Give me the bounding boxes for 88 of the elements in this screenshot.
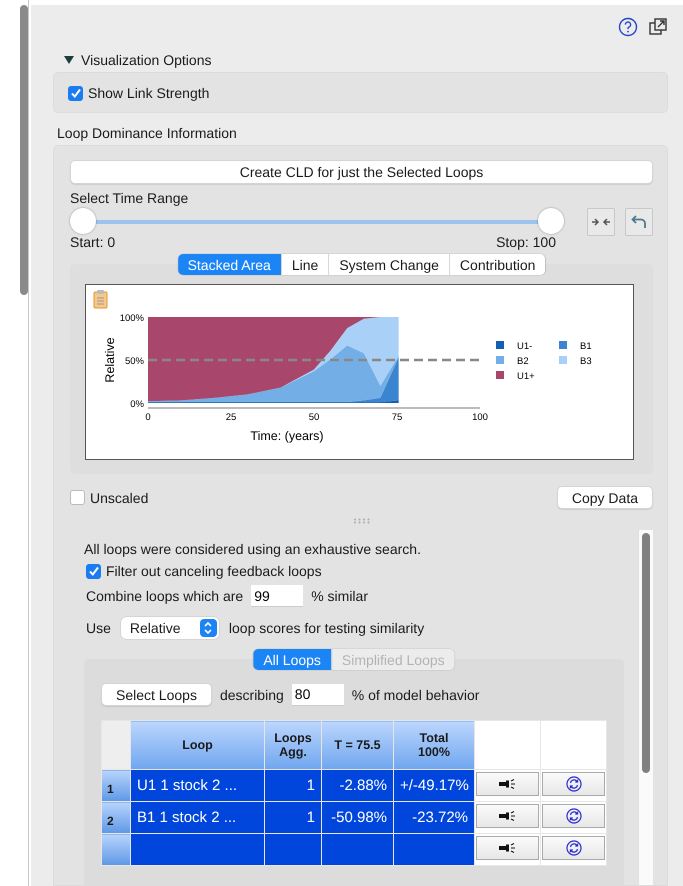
similarity-field[interactable]: 99 [251, 585, 304, 607]
column-header[interactable]: Loops Agg. [264, 720, 322, 770]
cycle-button[interactable] [542, 836, 605, 860]
collapse-range-button[interactable] [587, 208, 615, 236]
loop-scores-label: loop scores for testing similarity [228, 620, 424, 636]
disclosure-triangle-icon[interactable] [64, 55, 74, 65]
filter-checkbox[interactable]: Filter out canceling feedback loops [86, 563, 624, 579]
section-title: Loop Dominance Information [57, 125, 238, 141]
section-title: Visualization Options [81, 52, 212, 68]
table-row[interactable]: 2 B1 1 stock 2 ... 1 -50.98% -23.72% [102, 802, 606, 834]
highlight-button[interactable] [476, 804, 539, 828]
stop-thumb[interactable] [538, 208, 564, 234]
y-axis-title: Relative [103, 337, 117, 383]
column-header[interactable]: Total 100% [394, 720, 474, 770]
chart-tab[interactable]: System Change [328, 254, 449, 275]
search-note: All loops were considered using an exhaustive search. [84, 541, 422, 557]
y-tick-label: 100% [120, 313, 144, 324]
reset-button[interactable] [625, 208, 653, 236]
table-cell: -2.88% [339, 777, 387, 794]
table-cell: 1 [306, 809, 315, 826]
show-link-strength-checkbox[interactable]: Show Link Strength [68, 85, 210, 101]
select-loops-button[interactable]: Select Loops [101, 683, 212, 706]
checkbox[interactable] [68, 86, 83, 100]
inward-arrows-icon [592, 218, 610, 226]
table-row[interactable] [102, 834, 606, 866]
use-label: Use [86, 620, 111, 636]
table-row[interactable]: 1 U1 1 stock 2 ... 1 -2.88% +/-49.17% [102, 770, 606, 802]
flashlight-icon [498, 779, 516, 789]
scrollbar-thumb[interactable] [642, 533, 650, 773]
legend-label: U1- [517, 341, 532, 352]
create-cld-button[interactable]: Create CLD for just the Selected Loops [70, 160, 653, 184]
column-header[interactable]: T = 75.5 [322, 720, 394, 770]
y-tick-label: 50% [124, 356, 144, 367]
refresh-icon [566, 840, 582, 856]
clipboard-icon[interactable] [94, 290, 108, 308]
x-tick-label: 100 [472, 412, 488, 423]
x-tick-label: 75 [392, 412, 402, 423]
behavior-percent-field[interactable]: 80 [292, 684, 344, 706]
checkbox[interactable] [70, 490, 85, 505]
undo-arrow-icon [631, 214, 647, 230]
row-number: 1 [107, 782, 114, 796]
chart-tab[interactable]: Line [280, 254, 328, 275]
checkbox[interactable] [86, 564, 101, 578]
highlight-button[interactable] [476, 772, 539, 796]
percent-similar-label: % similar [311, 588, 368, 604]
flashlight-icon [498, 843, 516, 853]
table-cell: +/-49.17% [400, 777, 469, 794]
score-type-dropdown[interactable]: Relative [120, 617, 219, 639]
refresh-icon [566, 808, 582, 824]
x-tick-label: 0 [145, 412, 151, 423]
chevron-icon [203, 621, 214, 635]
legend-label: U1+ [517, 371, 535, 382]
highlight-button[interactable] [476, 836, 539, 860]
legend-label: B3 [580, 356, 592, 367]
copy-data-button[interactable]: Copy Data [556, 486, 653, 509]
table-cell: -23.72% [412, 809, 468, 826]
table-cell: -50.98% [331, 809, 387, 826]
start-thumb[interactable] [70, 208, 96, 234]
loops-tab[interactable]: All Loops [253, 649, 331, 670]
help-icon[interactable] [618, 17, 638, 37]
column-header[interactable]: Loop [130, 720, 264, 770]
drag-handle-icon[interactable] [352, 518, 370, 524]
time-range-label: Select Time Range [70, 190, 190, 206]
cycle-button[interactable] [542, 772, 605, 796]
table-cell: 1 [306, 777, 315, 794]
chart-tab[interactable]: Stacked Area [178, 254, 281, 275]
refresh-icon [566, 776, 582, 792]
combine-label: Combine loops which are [86, 588, 244, 604]
stop-value: Stop: 100 [496, 234, 556, 250]
x-tick-label: 25 [226, 412, 236, 423]
cycle-button[interactable] [542, 804, 605, 828]
x-tick-label: 50 [308, 412, 320, 423]
time-range-slider[interactable] [70, 209, 564, 235]
model-behavior-label: % of model behavior [352, 686, 480, 702]
describing-label: describing [220, 686, 284, 702]
table-cell: B1 1 stock 2 ... [137, 809, 236, 826]
unscaled-checkbox[interactable]: Unscaled [70, 490, 148, 506]
flashlight-icon [498, 811, 516, 821]
table-cell: U1 1 stock 2 ... [137, 777, 238, 794]
start-value: Start: 0 [70, 234, 116, 250]
chart-tab[interactable]: Contribution [448, 254, 546, 275]
y-tick-label: 0% [130, 399, 144, 410]
legend-label: B1 [580, 341, 592, 352]
x-axis-title: Time: (years) [250, 429, 324, 443]
legend-label: B2 [517, 356, 529, 367]
scrollbar-thumb[interactable] [20, 5, 28, 295]
popout-icon[interactable] [648, 17, 668, 37]
row-number: 2 [107, 814, 114, 828]
